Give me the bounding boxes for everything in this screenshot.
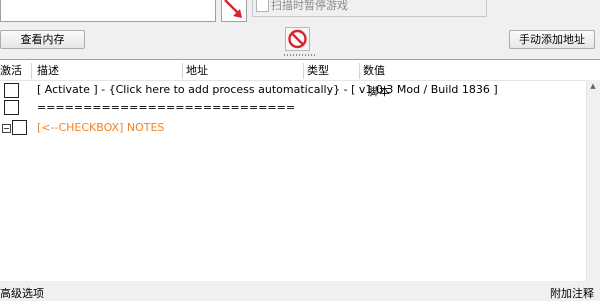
column-header-active[interactable]: 激活 xyxy=(0,63,22,79)
found-address-list-bottom xyxy=(0,0,216,22)
row-description[interactable]: [<--CHECKBOX] NOTES xyxy=(37,121,164,134)
column-header-value[interactable]: 数值 xyxy=(363,63,385,79)
column-header-address[interactable]: 地址 xyxy=(186,63,208,79)
row-description[interactable]: [ Activate ] - {Click here to add proces… xyxy=(37,83,498,96)
header-divider xyxy=(0,80,586,81)
column-header-type[interactable]: 类型 xyxy=(307,63,329,79)
add-comment-button[interactable]: 附加注释 xyxy=(550,285,594,301)
column-separator[interactable] xyxy=(182,63,183,79)
row-description[interactable]: ============================ xyxy=(37,101,295,114)
row-activate-checkbox[interactable] xyxy=(4,100,19,115)
row-activate-checkbox[interactable] xyxy=(4,83,19,98)
scroll-up-arrow-icon[interactable]: ▲ xyxy=(586,82,600,92)
row-activate-checkbox[interactable] xyxy=(12,120,27,135)
clear-list-button[interactable] xyxy=(285,27,310,51)
add-address-manually-button[interactable]: 手动添加地址 xyxy=(509,30,595,49)
column-separator[interactable] xyxy=(303,63,304,79)
row-value[interactable]: 脚本 xyxy=(368,83,390,99)
no-entry-icon xyxy=(288,29,307,49)
pause-while-scanning-checkbox[interactable] xyxy=(256,0,269,12)
add-selected-to-list-button[interactable] xyxy=(221,0,247,22)
column-separator[interactable] xyxy=(31,63,32,79)
pause-while-scanning-label: 扫描时暂停游戏 xyxy=(271,0,348,12)
list-scrollbar[interactable] xyxy=(586,80,600,281)
red-arrow-icon xyxy=(224,0,242,18)
splitter-grip[interactable] xyxy=(283,54,317,57)
column-header-description[interactable]: 描述 xyxy=(37,63,59,79)
collapse-icon[interactable] xyxy=(2,124,11,133)
view-memory-button[interactable]: 查看内存 xyxy=(0,30,85,49)
advanced-options-button[interactable]: 高级选项 xyxy=(0,285,44,301)
column-separator[interactable] xyxy=(359,63,360,79)
